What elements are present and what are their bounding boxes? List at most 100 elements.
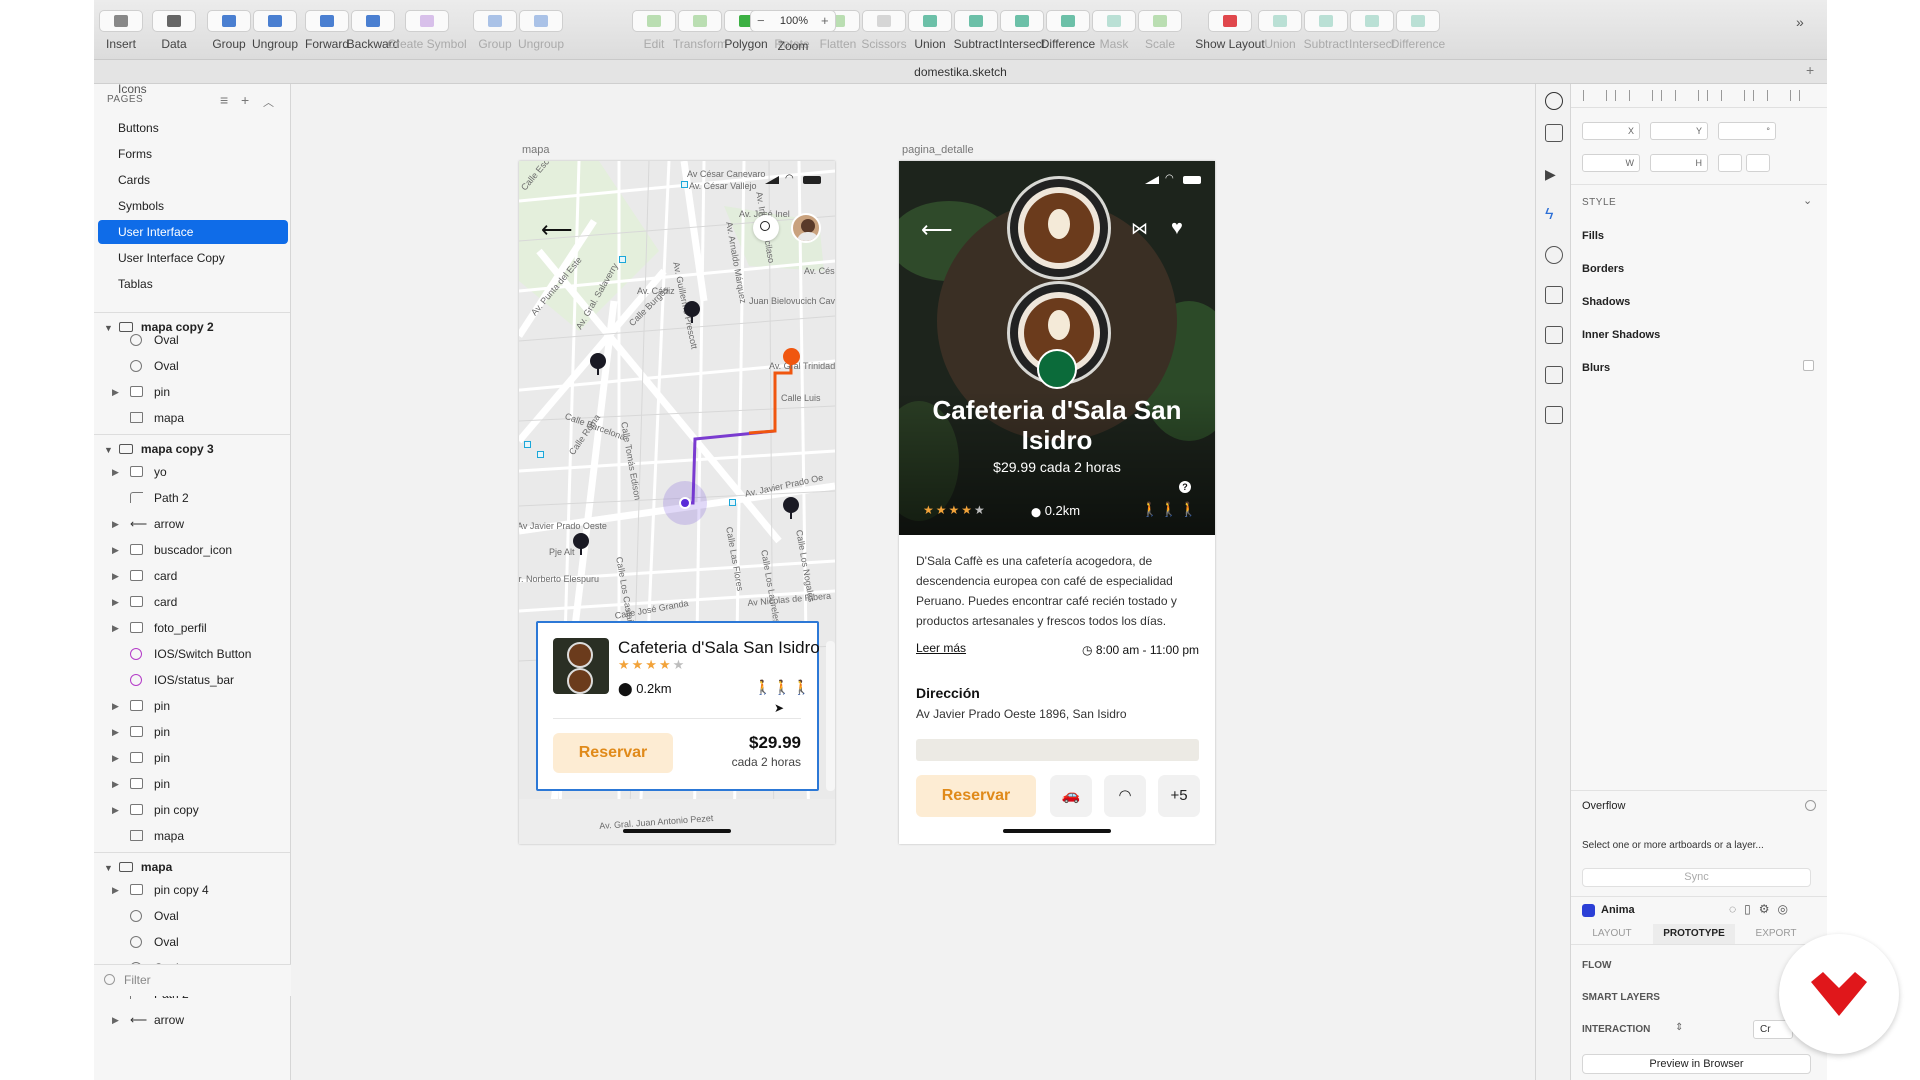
toolbar-scale-button[interactable]: Scale: [1136, 10, 1184, 54]
layer-row[interactable]: Oval: [94, 904, 290, 928]
artboard-label-detail[interactable]: pagina_detalle: [902, 144, 974, 156]
disclosure-icon[interactable]: ▼: [104, 863, 113, 873]
canvas[interactable]: mapa pagina_detalle Av César Canevaro Av…: [291, 84, 1535, 1080]
heart-icon[interactable]: ♥: [1171, 217, 1183, 240]
rotation-field[interactable]: °: [1718, 122, 1776, 140]
disclosure-icon[interactable]: ▶: [112, 694, 119, 718]
page-item[interactable]: Buttons: [98, 116, 288, 140]
layer-group-artboard[interactable]: ▼ mapa copy 3: [94, 434, 290, 462]
interaction-stepper-icon[interactable]: ⇕: [1675, 1022, 1683, 1033]
artboard-detail[interactable]: ◠ ⟵ ⋈ ♥ Cafeteria d'Sala San Isidro $29.…: [899, 161, 1215, 844]
align-icon[interactable]: [1767, 90, 1777, 101]
map-pin[interactable]: [590, 353, 606, 375]
style-section-borders[interactable]: Borders: [1582, 263, 1624, 275]
page-item[interactable]: Symbols: [98, 194, 288, 218]
layer-row[interactable]: mapa: [94, 406, 290, 430]
align-icon[interactable]: [1790, 90, 1800, 101]
style-section-fills[interactable]: Fills: [1582, 230, 1604, 242]
align-icon[interactable]: [1606, 90, 1616, 101]
disclosure-icon[interactable]: ▶: [112, 380, 119, 404]
layer-row[interactable]: ▶ pin copy 4: [94, 878, 290, 902]
layer-row[interactable]: ▶ yo: [94, 460, 290, 484]
layer-row[interactable]: Oval: [94, 354, 290, 378]
x-field[interactable]: X: [1582, 122, 1640, 140]
search-button[interactable]: [753, 215, 779, 241]
disclosure-icon[interactable]: ▶: [112, 720, 119, 744]
back-arrow-icon[interactable]: ⟵: [921, 217, 953, 243]
next-card-peek[interactable]: [826, 641, 835, 791]
layer-row[interactable]: ▶ buscador_icon: [94, 538, 290, 562]
zoom-control[interactable]: − 100% +: [750, 10, 836, 32]
style-section-blurs[interactable]: Blurs: [1582, 362, 1610, 374]
toolbar-overflow-icon[interactable]: »: [1796, 14, 1804, 30]
add-tab-icon[interactable]: +: [1806, 62, 1814, 78]
layer-row[interactable]: IOS/status_bar: [94, 668, 290, 692]
overflow-settings-icon[interactable]: [1805, 800, 1816, 811]
align-icon[interactable]: [1721, 90, 1731, 101]
disclosure-icon[interactable]: ▶: [112, 878, 119, 902]
disclosure-icon[interactable]: ▶: [112, 616, 119, 640]
layer-row[interactable]: ▶ pin: [94, 720, 290, 744]
page-item[interactable]: Forms: [98, 142, 288, 166]
height-field[interactable]: H: [1650, 154, 1708, 172]
layer-row[interactable]: ▶ card: [94, 564, 290, 588]
toolbar-insert-button[interactable]: Insert: [97, 10, 145, 54]
wifi-amenity[interactable]: ◠: [1104, 775, 1146, 817]
profile-avatar[interactable]: [791, 213, 821, 243]
preview-in-browser-button[interactable]: Preview in Browser: [1582, 1054, 1811, 1074]
layer-row[interactable]: ▶ pin copy: [94, 798, 290, 822]
back-arrow-icon[interactable]: ⟵: [541, 217, 573, 243]
style-section-inner-shadows[interactable]: Inner Shadows: [1582, 329, 1660, 341]
layer-row[interactable]: ▶ ⟵ arrow: [94, 512, 290, 536]
disclosure-icon[interactable]: ▶: [112, 798, 119, 822]
disclosure-icon[interactable]: ▶: [112, 564, 119, 588]
align-icon[interactable]: [1583, 90, 1593, 101]
layer-row[interactable]: ▶ pin: [94, 380, 290, 404]
align-icon[interactable]: [1629, 90, 1639, 101]
disclosure-icon[interactable]: ▶: [112, 746, 119, 770]
sync-button[interactable]: Sync: [1582, 868, 1811, 887]
transform-icon[interactable]: [1545, 366, 1563, 384]
hexagon-icon[interactable]: [1545, 246, 1563, 264]
lightning-icon[interactable]: ϟ: [1545, 206, 1563, 224]
artboard-label-map[interactable]: mapa: [522, 144, 550, 156]
image-icon[interactable]: [1545, 406, 1563, 424]
anima-toolbar-icons[interactable]: ◌▯⚙◎: [1729, 902, 1796, 916]
layer-row[interactable]: IOS/Switch Button: [94, 642, 290, 666]
disclosure-icon[interactable]: ▶: [112, 772, 119, 796]
more-amenities[interactable]: +5: [1158, 775, 1200, 817]
flip-horizontal-button[interactable]: [1718, 154, 1742, 172]
map-pin[interactable]: [684, 301, 700, 323]
play-icon[interactable]: ▶: [1545, 166, 1563, 184]
flip-vertical-button[interactable]: [1746, 154, 1770, 172]
reserve-button[interactable]: Reservar: [553, 733, 673, 773]
toolbar-scissors-button[interactable]: Scissors: [857, 10, 911, 54]
address-map-preview[interactable]: [916, 739, 1199, 761]
align-icon[interactable]: [1698, 90, 1708, 101]
disclosure-icon[interactable]: ▶: [112, 460, 119, 484]
page-item[interactable]: User Interface Copy: [98, 246, 288, 270]
toolbar-data-button[interactable]: Data: [149, 10, 199, 54]
theme-icon[interactable]: [1545, 92, 1563, 110]
destination-pin[interactable]: [783, 348, 800, 365]
layer-row[interactable]: ▶ pin: [94, 746, 290, 770]
share-upload-icon[interactable]: [1545, 124, 1563, 142]
layer-row[interactable]: ▶ ⟵ arrow: [94, 1008, 290, 1032]
artboard-map[interactable]: Av César Canevaro Av. César Vallejo Av. Cé…: [519, 161, 835, 844]
layer-row[interactable]: Path 2: [94, 486, 290, 510]
blurs-checkbox[interactable]: [1803, 360, 1814, 371]
layer-row[interactable]: Oval: [94, 930, 290, 954]
page-item[interactable]: User Interface: [98, 220, 288, 244]
page-item[interactable]: Tablas: [98, 272, 288, 296]
toolbar-difference-button[interactable]: Difference: [1385, 10, 1451, 54]
disclosure-icon[interactable]: ▶: [112, 512, 119, 536]
layer-filter[interactable]: Filter: [94, 964, 291, 996]
toolbar-create-symbol-button[interactable]: Create Symbol: [385, 10, 469, 54]
layer-row[interactable]: ▶ pin: [94, 772, 290, 796]
zoom-in-icon[interactable]: +: [821, 13, 829, 28]
page-item[interactable]: Icons: [98, 84, 288, 98]
parking-amenity[interactable]: 🚗: [1050, 775, 1092, 817]
align-icon[interactable]: [1675, 90, 1685, 101]
anima-tab-prototype[interactable]: PROTOTYPE: [1653, 924, 1735, 944]
read-more-link[interactable]: Leer más: [916, 641, 966, 655]
